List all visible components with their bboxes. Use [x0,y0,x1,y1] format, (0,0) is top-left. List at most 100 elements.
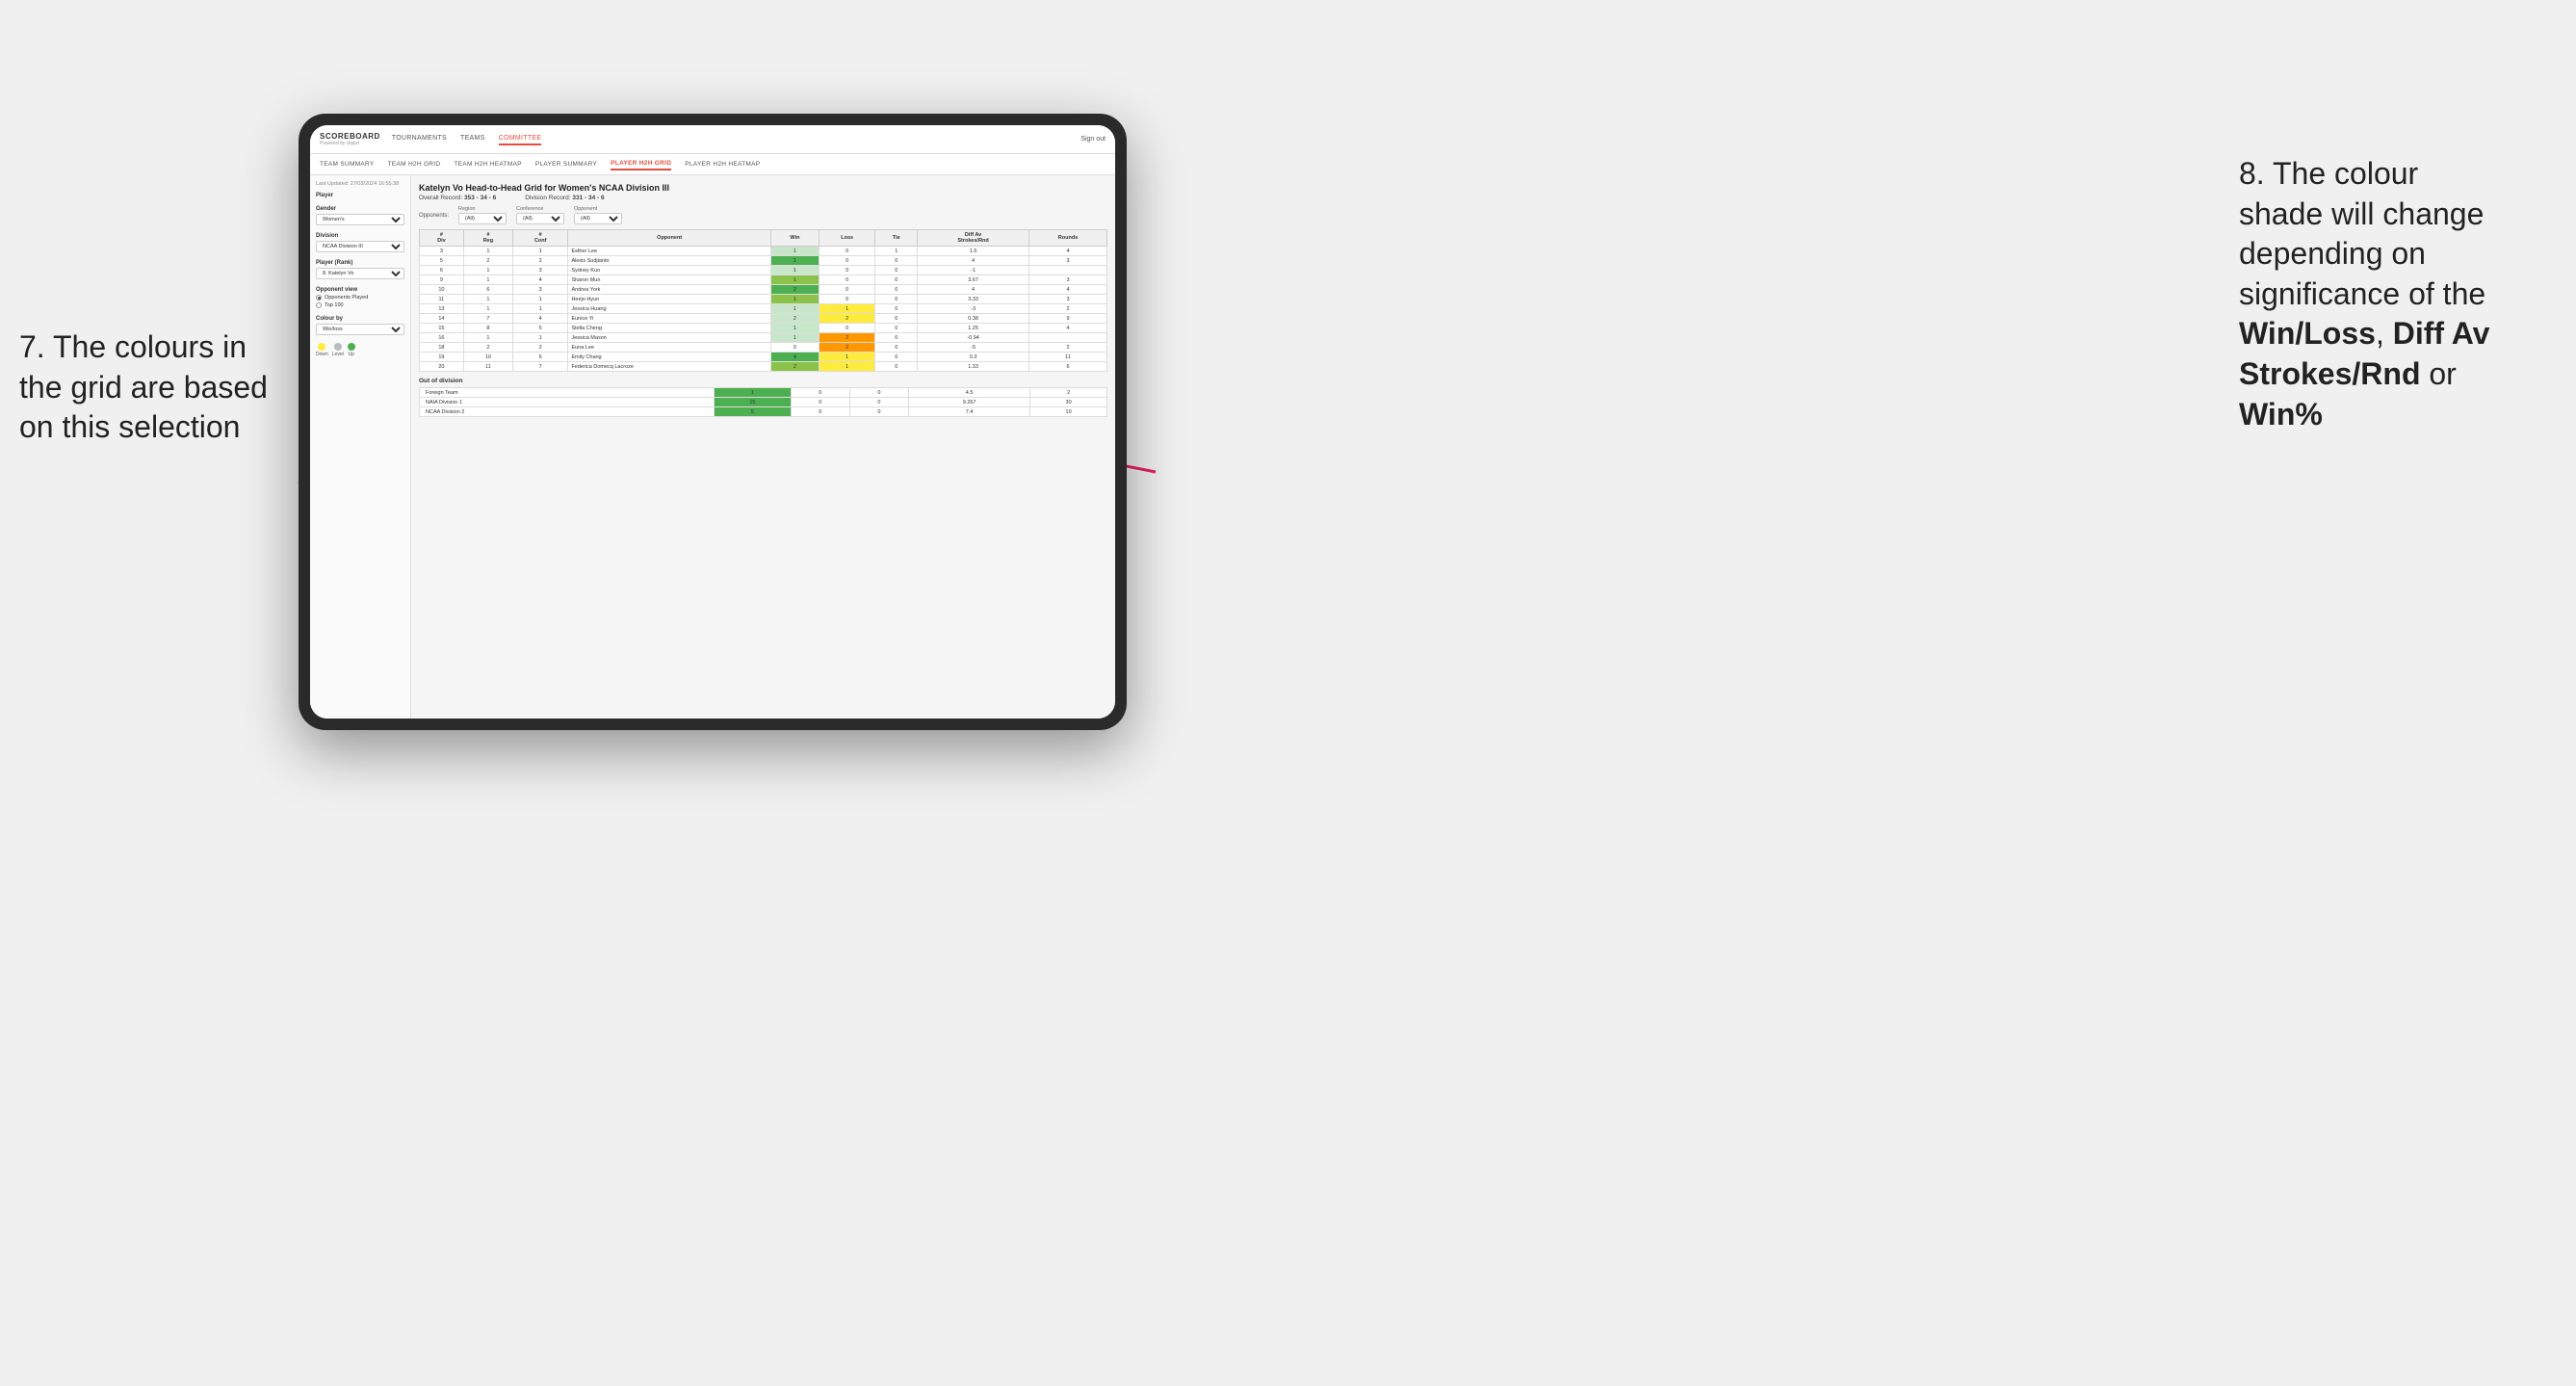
annotation-right-bold3: Strokes/Rnd [2239,356,2420,391]
cell-out-diff: 7.4 [909,407,1030,417]
annotation-right-line2: shade will change [2239,196,2484,231]
tablet-device: SCOREBOARD Powered by clippd TOURNAMENTS… [299,114,1127,730]
cell-out-rounds: 2 [1030,388,1107,398]
table-row: 9 1 4 Sharon Mun 1 0 0 3.67 3 [420,275,1107,285]
cell-opponent: Sharon Mun [568,275,770,285]
annotation-left-line2: the grid are based [19,370,268,405]
legend-up: Up [348,343,355,357]
filter-region-group: Region (All) [458,206,507,224]
table-row: 13 1 1 Jessica Huang 1 1 0 -3 2 [420,304,1107,314]
cell-win: 2 [770,362,819,372]
cell-opponent: Stella Cheng [568,324,770,333]
sidebar-rank-section: Player (Rank) 8. Katelyn Vo [316,260,404,279]
table-row: 14 7 4 Eunice Yi 2 2 0 0.38 9 [420,314,1107,324]
cell-loss: 2 [820,343,875,353]
grid-content: Katelyn Vo Head-to-Head Grid for Women's… [411,175,1115,719]
radio-opponents-played[interactable]: Opponents Played [316,295,404,301]
cell-out-loss: 0 [791,407,849,417]
nav-item-committee[interactable]: COMMITTEE [499,133,542,145]
radio-dot-top100 [316,302,322,308]
cell-conf: 2 [512,256,567,266]
cell-diff: 4 [918,285,1029,295]
cell-conf: 3 [512,266,567,275]
table-row: 19 10 6 Emily Chang 4 1 0 0.3 11 [420,353,1107,362]
cell-loss: 2 [820,333,875,343]
sub-nav: TEAM SUMMARY TEAM H2H GRID TEAM H2H HEAT… [310,154,1115,175]
cell-diff: 3.33 [918,295,1029,304]
cell-win: 1 [770,266,819,275]
sub-nav-player-summary[interactable]: PLAYER SUMMARY [535,159,597,170]
division-record: Division Record: 331 - 34 - 6 [525,195,604,201]
filter-opponent-select[interactable]: (All) [574,213,622,224]
cell-rounds: 4 [1029,247,1107,256]
sidebar-division-select[interactable]: NCAA Division III [316,241,404,252]
col-reg: #Reg [463,230,512,247]
cell-tie: 1 [875,247,918,256]
cell-out-diff: 9.267 [909,398,1030,407]
cell-reg: 6 [463,285,512,295]
filter-conference-group: Conference (All) [516,206,564,224]
cell-out-rounds: 10 [1030,407,1107,417]
cell-out-win: 5 [715,407,792,417]
legend-up-circle [348,343,355,351]
nav-item-teams[interactable]: TEAMS [460,133,485,145]
cell-diff: 0.38 [918,314,1029,324]
filter-opponent-group: Opponent (All) [574,206,622,224]
filter-conference-select[interactable]: (All) [516,213,564,224]
cell-reg: 7 [463,314,512,324]
cell-out-diff: 4.5 [909,388,1030,398]
cell-opponent: Euna Lee [568,343,770,353]
col-diff: Diff AvStrokes/Rnd [918,230,1029,247]
cell-div: 20 [420,362,464,372]
cell-tie: 0 [875,324,918,333]
sidebar-rank-select[interactable]: 8. Katelyn Vo [316,268,404,279]
cell-opponent: Alexis Sudjianto [568,256,770,266]
cell-diff: -1 [918,266,1029,275]
nav-item-tournaments[interactable]: TOURNAMENTS [392,133,447,145]
annotation-right-bold4: Win% [2239,397,2323,431]
table-row: 20 11 7 Federica Domecq Lacroze 2 1 0 1.… [420,362,1107,372]
radio-top100[interactable]: Top 100 [316,302,404,308]
sub-nav-player-h2h-heatmap[interactable]: PLAYER H2H HEATMAP [685,159,760,170]
col-opponent: Opponent [568,230,770,247]
cell-diff: -0.94 [918,333,1029,343]
overall-record: Overall Record: 353 - 34 - 6 [419,195,496,201]
cell-conf: 6 [512,353,567,362]
cell-tie: 0 [875,362,918,372]
sidebar-colour-by-select[interactable]: Win/loss [316,324,404,335]
cell-loss: 0 [820,266,875,275]
sidebar-colour-by-label: Colour by [316,316,404,322]
logo-text: SCOREBOARD [320,132,380,141]
sub-nav-team-summary[interactable]: TEAM SUMMARY [320,159,375,170]
cell-reg: 2 [463,256,512,266]
cell-rounds: 4 [1029,324,1107,333]
main-content: Last Updated: 27/03/2024 16:55:38 Player… [310,175,1115,719]
sign-out[interactable]: Sign out [1080,136,1106,143]
cell-reg: 1 [463,304,512,314]
cell-opponent: Esther Lee [568,247,770,256]
sidebar-colour-by-section: Colour by Win/loss [316,316,404,335]
legend-down-circle [318,343,325,351]
sub-nav-player-h2h-grid[interactable]: PLAYER H2H GRID [611,158,671,170]
sidebar-gender-select[interactable]: Women's [316,214,404,225]
annotation-right: 8. The colour shade will change dependin… [2239,154,2547,434]
tablet-screen: SCOREBOARD Powered by clippd TOURNAMENTS… [310,125,1115,719]
cell-conf: 3 [512,285,567,295]
annotation-left-line3: on this selection [19,409,240,444]
sub-nav-team-h2h-heatmap[interactable]: TEAM H2H HEATMAP [454,159,521,170]
annotation-right-line4: significance of the [2239,276,2485,311]
sidebar-opponent-view-label: Opponent view [316,287,404,293]
grid-records: Overall Record: 353 - 34 - 6 Division Re… [419,195,1107,201]
filter-region-select[interactable]: (All) [458,213,507,224]
cell-tie: 0 [875,295,918,304]
cell-loss: 0 [820,295,875,304]
cell-conf: 1 [512,333,567,343]
table-row: 18 2 2 Euna Lee 0 2 0 -5 2 [420,343,1107,353]
cell-reg: 1 [463,295,512,304]
cell-div: 11 [420,295,464,304]
sub-nav-team-h2h-grid[interactable]: TEAM H2H GRID [388,159,441,170]
legend: Down Level Up [316,343,404,357]
annotation-left-line1: 7. The colours in [19,329,247,364]
filter-conference-label: Conference [516,206,564,212]
filter-region-label: Region [458,206,507,212]
